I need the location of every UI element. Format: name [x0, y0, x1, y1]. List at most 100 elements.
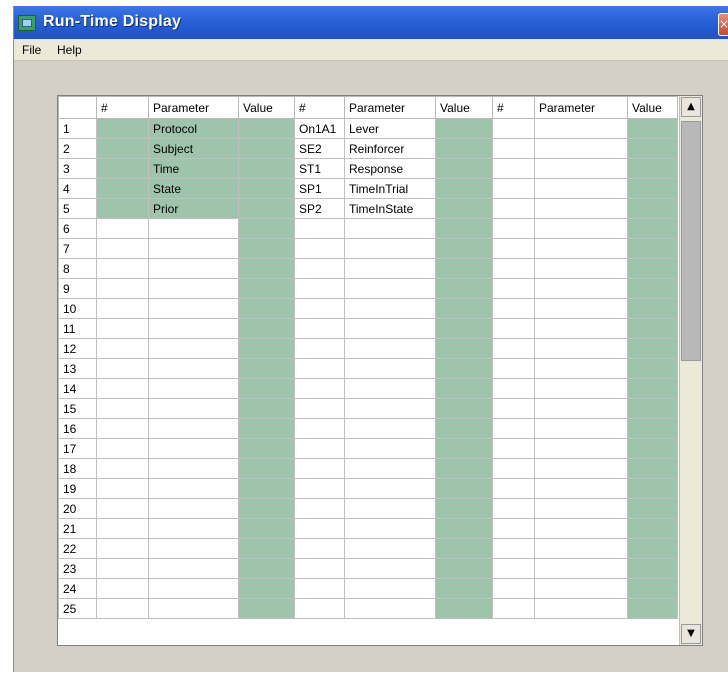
grid-cell[interactable] — [534, 298, 628, 319]
grid-cell[interactable] — [294, 278, 345, 299]
grid-cell[interactable]: TimeInState — [344, 198, 436, 219]
grid-cell[interactable] — [534, 118, 628, 139]
grid-cell[interactable] — [238, 158, 295, 179]
grid-cell[interactable] — [238, 338, 295, 359]
grid-cell[interactable]: Response — [344, 158, 436, 179]
grid-cell[interactable] — [344, 238, 436, 259]
grid-cell[interactable] — [435, 178, 493, 199]
grid-cell[interactable] — [435, 258, 493, 279]
grid-cell[interactable] — [294, 378, 345, 399]
grid-cell[interactable] — [238, 218, 295, 239]
grid-cell[interactable] — [534, 238, 628, 259]
grid-cell[interactable] — [96, 138, 149, 159]
grid-cell[interactable] — [492, 278, 535, 299]
grid-cell[interactable] — [96, 178, 149, 199]
grid-cell[interactable] — [238, 198, 295, 219]
grid-cell[interactable] — [492, 218, 535, 239]
grid-cell[interactable] — [435, 358, 493, 379]
grid-cell[interactable] — [435, 318, 493, 339]
grid-cell[interactable] — [435, 218, 493, 239]
grid-cell[interactable] — [435, 598, 493, 619]
grid-cell[interactable] — [294, 518, 345, 539]
grid-cell[interactable]: TimeInTrial — [344, 178, 436, 199]
grid-cell[interactable] — [492, 418, 535, 439]
grid-cell[interactable] — [435, 198, 493, 219]
grid-cell[interactable] — [534, 198, 628, 219]
grid-cell[interactable] — [534, 458, 628, 479]
grid-cell[interactable] — [435, 238, 493, 259]
grid-cell[interactable] — [344, 438, 436, 459]
column-header[interactable]: Parameter — [148, 96, 239, 119]
grid-cell[interactable] — [627, 478, 678, 499]
grid-cell[interactable] — [96, 358, 149, 379]
grid-cell[interactable] — [344, 598, 436, 619]
column-header[interactable]: # — [96, 96, 149, 119]
grid-cell[interactable] — [238, 398, 295, 419]
grid-cell[interactable]: State — [148, 178, 239, 199]
grid-cell[interactable] — [96, 558, 149, 579]
grid-cell[interactable] — [534, 498, 628, 519]
grid-cell[interactable] — [492, 458, 535, 479]
grid-cell[interactable] — [96, 418, 149, 439]
column-header[interactable]: Value — [627, 96, 678, 119]
grid-cell[interactable] — [96, 298, 149, 319]
grid-cell[interactable] — [435, 478, 493, 499]
column-header[interactable]: # — [294, 96, 345, 119]
grid-cell[interactable] — [534, 158, 628, 179]
grid-cell[interactable] — [534, 338, 628, 359]
grid-cell[interactable] — [534, 378, 628, 399]
grid-cell[interactable] — [238, 178, 295, 199]
grid-cell[interactable] — [238, 238, 295, 259]
grid-cell[interactable]: Time — [148, 158, 239, 179]
grid-cell[interactable] — [627, 398, 678, 419]
grid-cell[interactable] — [534, 218, 628, 239]
grid-cell[interactable] — [238, 298, 295, 319]
grid-cell[interactable] — [148, 498, 239, 519]
grid-cell[interactable] — [148, 318, 239, 339]
grid-cell[interactable] — [492, 398, 535, 419]
grid-cell[interactable] — [294, 438, 345, 459]
grid-cell[interactable]: On1A1 — [294, 118, 345, 139]
grid-cell[interactable] — [534, 518, 628, 539]
grid-cell[interactable] — [492, 498, 535, 519]
grid-cell[interactable] — [534, 558, 628, 579]
grid-cell[interactable] — [492, 198, 535, 219]
grid-cell[interactable] — [534, 418, 628, 439]
grid-cell[interactable] — [96, 438, 149, 459]
grid-cell[interactable] — [492, 538, 535, 559]
grid-cell[interactable] — [96, 158, 149, 179]
grid-cell[interactable] — [96, 378, 149, 399]
grid-cell[interactable] — [148, 558, 239, 579]
grid-cell[interactable] — [627, 558, 678, 579]
grid-cell[interactable] — [96, 258, 149, 279]
grid-cell[interactable] — [534, 598, 628, 619]
grid-cell[interactable] — [435, 338, 493, 359]
grid-cell[interactable] — [238, 458, 295, 479]
grid-cell[interactable] — [492, 138, 535, 159]
grid-cell[interactable] — [294, 298, 345, 319]
grid-cell[interactable] — [294, 478, 345, 499]
grid-cell[interactable] — [534, 178, 628, 199]
grid-cell[interactable] — [96, 518, 149, 539]
grid-cell[interactable] — [238, 518, 295, 539]
close-button[interactable]: × — [718, 13, 728, 36]
grid-cell[interactable] — [148, 378, 239, 399]
grid-cell[interactable] — [294, 318, 345, 339]
grid-cell[interactable] — [148, 518, 239, 539]
grid-cell[interactable] — [294, 258, 345, 279]
grid-cell[interactable] — [492, 158, 535, 179]
grid-cell[interactable] — [294, 598, 345, 619]
grid-cell[interactable] — [96, 498, 149, 519]
grid-cell[interactable] — [435, 498, 493, 519]
grid-cell[interactable] — [344, 278, 436, 299]
grid-cell[interactable] — [492, 478, 535, 499]
grid-cell[interactable] — [148, 338, 239, 359]
grid-cell[interactable] — [96, 118, 149, 139]
grid-cell[interactable] — [534, 278, 628, 299]
grid-cell[interactable] — [344, 558, 436, 579]
grid-cell[interactable] — [148, 278, 239, 299]
scroll-down-button[interactable]: ▼ — [681, 624, 701, 644]
grid-cell[interactable] — [344, 378, 436, 399]
grid-cell[interactable] — [96, 578, 149, 599]
grid-cell[interactable] — [344, 258, 436, 279]
